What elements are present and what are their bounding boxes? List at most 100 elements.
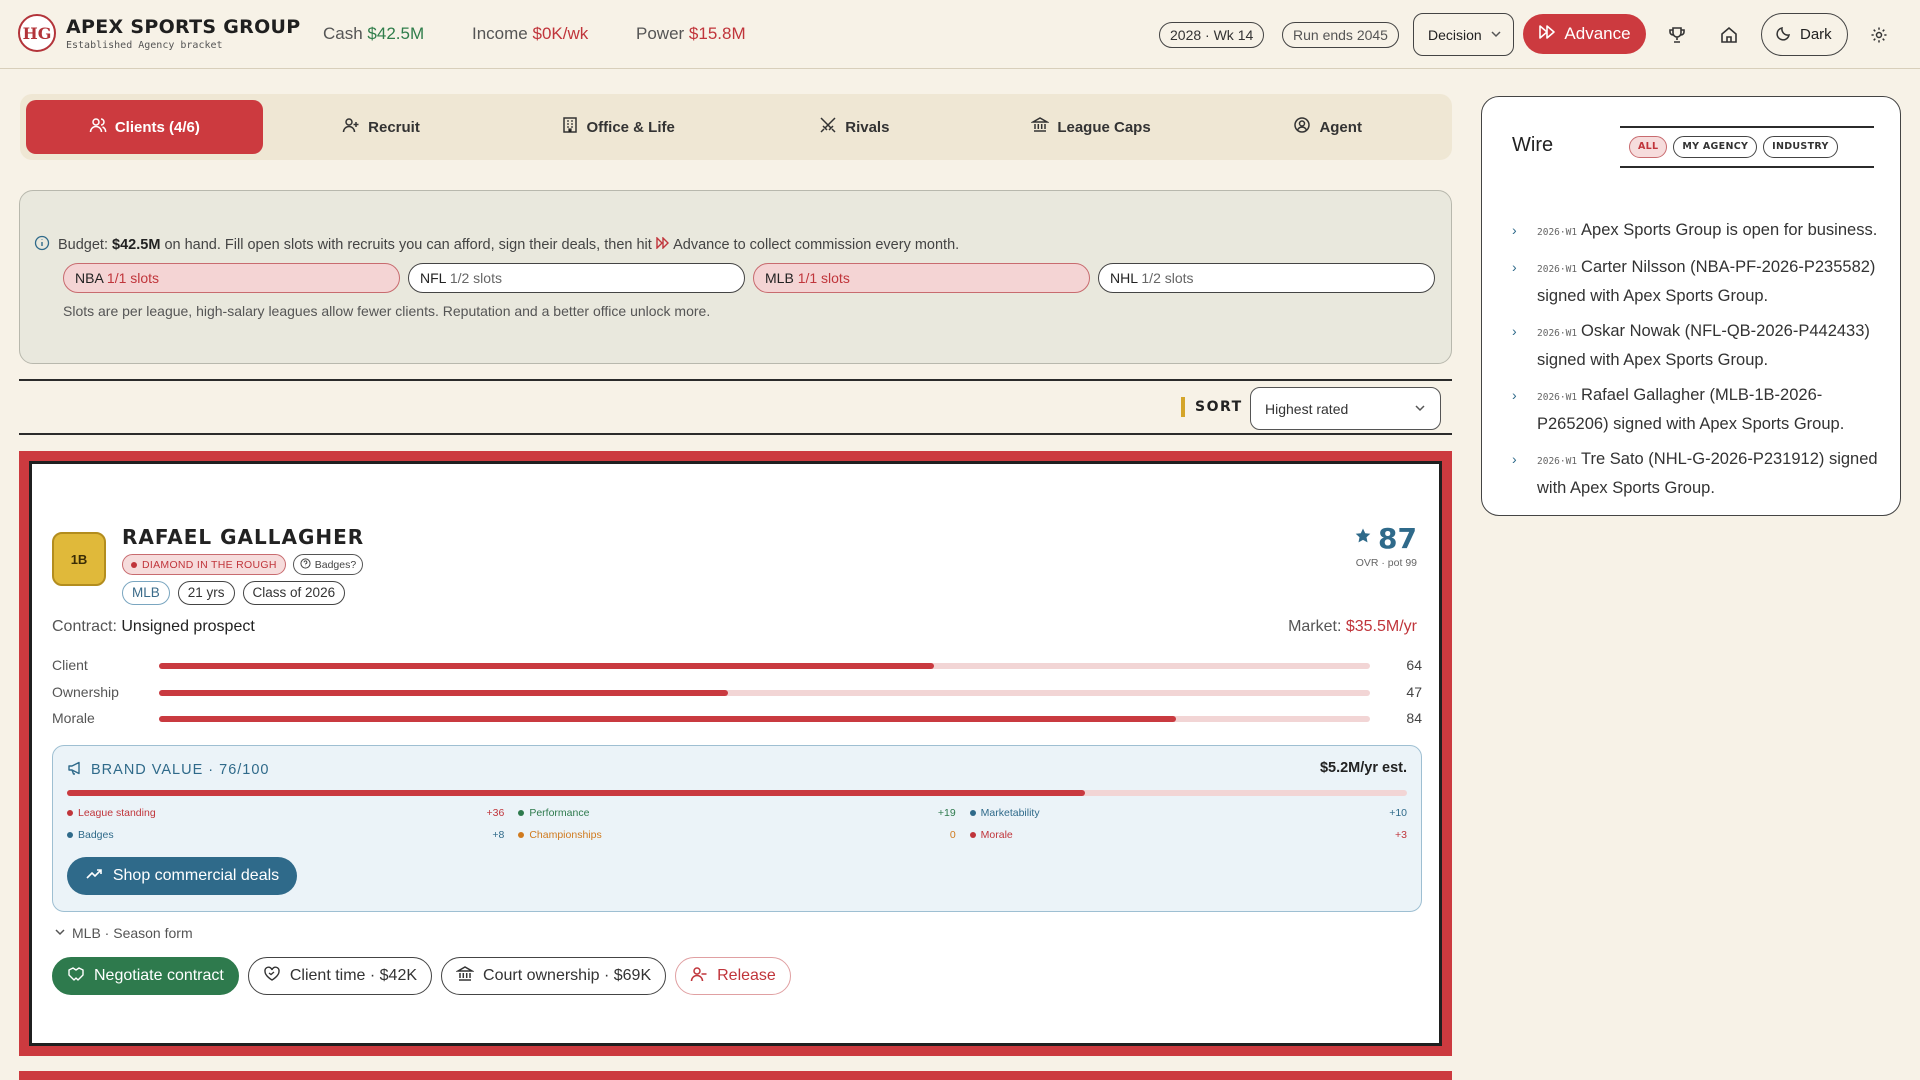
shop-label: Shop commercial deals <box>112 867 280 884</box>
wire-panel: Wire ALL MY AGENCY INDUSTRY › 2026·W1 Apex… <box>1481 96 1901 516</box>
wire-text: Oskar Nowak (NFL-QB-2026-P442433) signed… <box>1537 322 1870 369</box>
meter-value: 64 <box>1406 657 1422 673</box>
building-icon <box>561 116 579 138</box>
tab-label: League Caps <box>1057 118 1151 136</box>
tab-clients[interactable]: Clients (4/6) <box>26 100 263 154</box>
date-pill: 2028 · Wk 14 <box>1159 22 1265 48</box>
wire-item[interactable]: › 2026·W1 Rafael Gallagher (MLB-1B-2026-P2… <box>1512 382 1887 438</box>
tab-office-life[interactable]: Office & Life <box>499 100 736 154</box>
wire-week: 2026·W1 <box>1537 392 1578 403</box>
client-card-frame: 1B RAFAEL GALLAGHER DIAMOND IN THE ROUGH… <box>19 451 1452 1056</box>
sort-label: SORT <box>1181 397 1243 417</box>
wire-week: 2026·W1 <box>1537 227 1578 238</box>
contract-label: Contract: <box>52 618 117 635</box>
factor-value: +8 <box>492 829 505 841</box>
contract-value: Unsigned prospect <box>121 618 255 635</box>
tab-agent[interactable]: Agent <box>1209 100 1446 154</box>
chevron-right-icon: › <box>1512 451 1517 467</box>
run-end-pill: Run ends 2045 <box>1282 22 1399 48</box>
decision-dropdown[interactable]: Decision <box>1413 13 1514 56</box>
ownership-meter: Ownership 47 <box>52 684 1422 702</box>
settings-gear-icon[interactable] <box>1866 22 1892 48</box>
tab-league-caps[interactable]: League Caps <box>973 100 1210 154</box>
main-tabs: Clients (4/6) Recruit Office & Life Riva… <box>20 94 1452 160</box>
tab-label: Clients (4/6) <box>114 118 200 136</box>
wire-filter-my-agency[interactable]: MY AGENCY <box>1673 136 1758 158</box>
wire-item[interactable]: › 2026·W1 Tre Sato (NHL-G-2026-P231912) si… <box>1512 446 1887 502</box>
user-minus-icon <box>690 965 708 988</box>
wire-filter-industry[interactable]: INDUSTRY <box>1763 136 1838 158</box>
chevron-right-icon: › <box>1512 323 1517 339</box>
cash-value: $42.5M <box>367 24 425 43</box>
brand-value-estimate: $5.2M/yr est. <box>1319 760 1407 776</box>
release-button[interactable]: Release <box>675 957 791 995</box>
brand-factors: League standing +36 Performance +19 Market… <box>67 806 1407 842</box>
player-name[interactable]: RAFAEL GALLAGHER <box>122 525 364 549</box>
factor-label: League standing <box>78 807 156 819</box>
factor-marketability: Marketability +10 <box>969 806 1407 820</box>
overall-rating: 87 OVR · pot 99 <box>1354 522 1417 569</box>
factor-morale: Morale +3 <box>969 828 1407 842</box>
league-slots: NBA 1/1 slots NFL 1/2 slots MLB 1/1 slot… <box>63 263 1435 293</box>
fast-forward-icon <box>656 236 670 253</box>
fast-forward-icon <box>1538 23 1556 46</box>
budget-prefix: Budget: <box>58 237 108 253</box>
tab-rivals[interactable]: Rivals <box>736 100 973 154</box>
slot-league: NFL <box>420 270 446 286</box>
factor-label: Marketability <box>980 807 1040 819</box>
factor-value: +10 <box>1389 807 1407 819</box>
theme-toggle-button[interactable]: Dark <box>1761 13 1848 56</box>
wire-title: Wire <box>1512 134 1554 156</box>
heart-handshake-icon <box>263 965 281 988</box>
user-plus-icon <box>342 116 360 138</box>
negotiate-contract-button[interactable]: Negotiate contract <box>52 957 239 995</box>
cash-stat: Cash $42.5M <box>323 24 424 44</box>
shop-commercial-deals-button[interactable]: Shop commercial deals <box>67 857 297 895</box>
wire-item[interactable]: › 2026·W1 Apex Sports Group is open for bu… <box>1512 217 1887 246</box>
court-ownership-button[interactable]: Court ownership · $69K <box>441 957 667 995</box>
market-label: Market: <box>1288 618 1342 635</box>
next-client-card <box>19 1071 1452 1080</box>
theme-label: Dark <box>1800 26 1832 43</box>
trait-tag: DIAMOND IN THE ROUGH <box>122 554 286 575</box>
chevron-right-icon: › <box>1512 387 1517 403</box>
wire-item[interactable]: › 2026·W1 Oskar Nowak (NFL-QB-2026-P442433… <box>1512 318 1887 374</box>
client-time-button[interactable]: Client time · $42K <box>247 957 433 995</box>
wire-item[interactable]: › 2026·W1 Carter Nilsson (NBA-PF-2026-P235… <box>1512 254 1887 310</box>
wire-filter-all[interactable]: ALL <box>1629 136 1668 158</box>
slots-note: Slots are per league, high-salary league… <box>63 303 711 319</box>
trait-tag-label: DIAMOND IN THE ROUGH <box>142 558 277 571</box>
bank-icon <box>455 965 475 988</box>
meter-label: Morale <box>52 710 95 726</box>
logo-icon: HG <box>18 14 56 52</box>
sort-bar: SORT Highest rated <box>19 379 1452 435</box>
handshake-icon <box>67 965 85 988</box>
sort-accent-bar <box>1181 397 1185 417</box>
slot-nfl: NFL 1/2 slots <box>408 263 745 293</box>
meter-fill <box>159 690 729 696</box>
wire-filters: ALL MY AGENCY INDUSTRY <box>1620 126 1874 168</box>
factor-value: 0 <box>949 829 956 841</box>
trophy-icon[interactable] <box>1664 22 1690 48</box>
tab-recruit[interactable]: Recruit <box>263 100 500 154</box>
home-icon[interactable] <box>1716 22 1742 48</box>
wire-text: Rafael Gallagher (MLB-1B-2026-P265206) s… <box>1537 386 1845 433</box>
meter-value: 47 <box>1406 684 1422 700</box>
season-form-toggle[interactable]: MLB · Season form <box>54 925 193 941</box>
factor-label: Badges <box>78 829 114 841</box>
class-chip: Class of 2026 <box>242 581 346 605</box>
wire-list: › 2026·W1 Apex Sports Group is open for bu… <box>1512 217 1887 510</box>
slot-league: MLB <box>765 270 794 286</box>
brand-logo[interactable]: HG APEX SPORTS GROUP Established Agency … <box>18 14 301 52</box>
power-stat: Power $15.8M <box>636 24 746 44</box>
swords-icon <box>819 116 837 138</box>
factor-label: Morale <box>980 829 1013 841</box>
sort-select[interactable]: Highest rated <box>1250 387 1441 430</box>
badges-help-button[interactable]: Badges? <box>292 554 364 575</box>
question-circle-icon <box>300 557 311 572</box>
market-info: Market: $35.5M/yr <box>1288 618 1417 636</box>
meter-track <box>159 663 1370 669</box>
season-form-label: MLB · Season form <box>72 925 193 941</box>
advance-button[interactable]: Advance <box>1523 14 1646 54</box>
moon-icon <box>1776 25 1792 45</box>
